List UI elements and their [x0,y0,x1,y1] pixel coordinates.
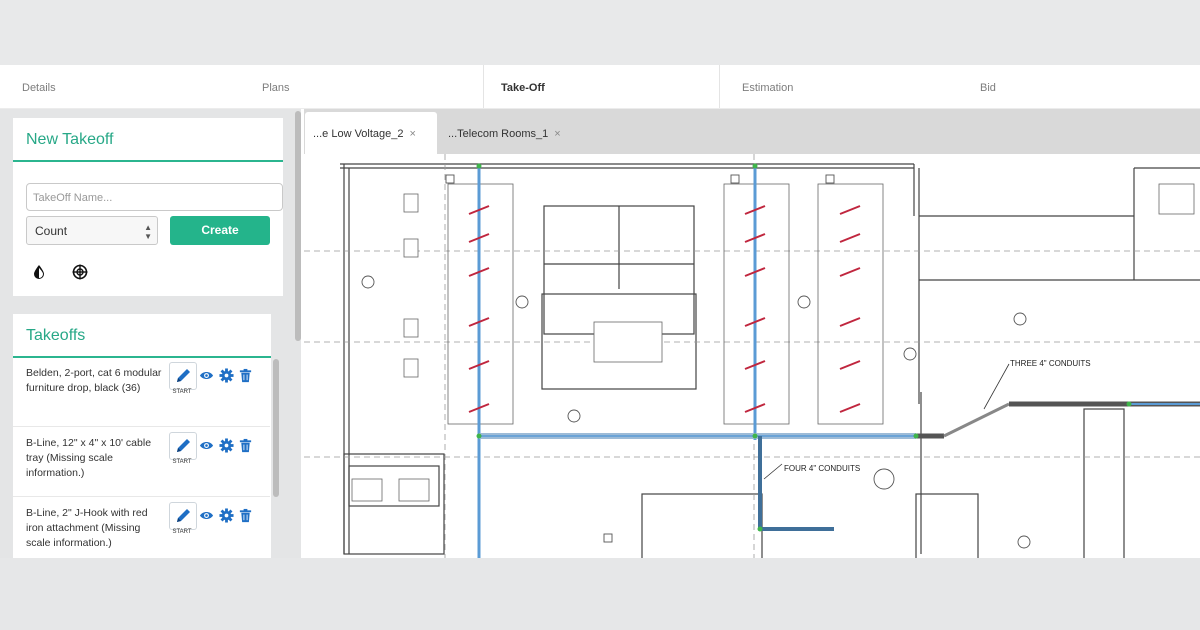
tab-bid[interactable]: Bid [958,65,1198,109]
start-label: START [172,389,192,395]
takeoff-description: B-Line, 12" x 4" x 10' cable tray (Missi… [26,437,152,479]
start-button[interactable] [169,502,197,530]
document-tab-low-voltage[interactable]: ...e Low Voltage_2 × [305,112,437,154]
grid-lines [304,154,1200,558]
takeoff-description: Belden, 2-port, cat 6 modular furniture … [26,367,162,394]
new-takeoff-title: New Takeoff [13,118,283,162]
takeoffs-scrollbar[interactable] [273,359,279,497]
takeoffs-title: Takeoffs [13,314,271,358]
gear-icon[interactable] [219,508,234,523]
takeoff-list-item[interactable]: Belden, 2-port, cat 6 modular furniture … [13,358,270,427]
takeoff-app-window: Details Plans Take-Off Estimation Bid Ne… [0,65,1200,558]
eye-icon[interactable] [199,508,214,523]
page-background-top [0,0,1200,65]
tab-details[interactable]: Details [0,65,240,109]
takeoffs-card: Takeoffs Belden, 2-port, cat 6 modular f… [13,314,271,558]
left-panel: New Takeoff TakeOff Name... Count ▲ ▼ Cre… [0,109,301,558]
start-button[interactable] [169,432,197,460]
pencil-icon [177,509,190,522]
three-conduits-label: THREE 4" CONDUITS [1010,359,1091,368]
tab-estimation[interactable]: Estimation [720,65,960,109]
document-tab-label: ...e Low Voltage_2 [313,128,404,140]
eye-icon[interactable] [199,438,214,453]
document-tab-bar: ...e Low Voltage_2 × ...Telecom Rooms_1 × [304,109,1200,154]
tab-take-off[interactable]: Take-Off [483,65,720,109]
trash-icon[interactable] [238,438,253,453]
start-label: START [172,529,192,535]
trash-icon[interactable] [238,368,253,383]
close-icon[interactable]: × [554,128,560,140]
gear-icon[interactable] [219,438,234,453]
start-button[interactable] [169,362,197,390]
select-arrows-icon: ▲ ▼ [144,223,152,241]
takeoff-name-input[interactable]: TakeOff Name... [26,183,283,211]
takeoff-description: B-Line, 2" J-Hook with red iron attachme… [26,507,148,549]
floor-plan-drawing[interactable]: THREE 4" CONDUITS FOUR 4" CONDUITS [304,154,1200,558]
four-conduits-label: FOUR 4" CONDUITS [784,464,860,473]
new-takeoff-card: New Takeoff TakeOff Name... Count ▲ ▼ Cre… [13,118,283,296]
takeoff-list-item[interactable]: B-Line, 12" x 4" x 10' cable tray (Missi… [13,428,270,497]
three-conduits-leader [983,363,1010,410]
document-tab-label: ...Telecom Rooms_1 [448,128,549,140]
pencil-icon [177,369,190,382]
create-button[interactable]: Create [170,216,270,245]
drawing-area: ...e Low Voltage_2 × ...Telecom Rooms_1 × [304,109,1200,558]
four-conduits-leader [763,463,783,480]
trash-icon[interactable] [238,508,253,523]
start-label: START [172,459,192,465]
document-tab-telecom-rooms[interactable]: ...Telecom Rooms_1 × [440,112,580,154]
tab-plans[interactable]: Plans [240,65,483,109]
page-background-bottom [0,558,1200,630]
takeoff-type-select[interactable]: Count ▲ ▼ [26,216,158,245]
panel-scrollbar[interactable] [295,111,301,341]
pencil-icon [177,439,190,452]
takeoff-type-value: Count [35,224,68,238]
water-drop-icon[interactable] [31,264,47,280]
takeoff-list-item[interactable]: B-Line, 2" J-Hook with red iron attachme… [13,498,270,558]
crosshair-icon[interactable] [72,264,88,280]
close-icon[interactable]: × [410,128,416,140]
top-navigation: Details Plans Take-Off Estimation Bid [0,65,1200,109]
conduit-runs [477,166,1200,558]
gear-icon[interactable] [219,368,234,383]
conduit-endpoints [476,163,1132,532]
floor-plan-canvas[interactable]: THREE 4" CONDUITS FOUR 4" CONDUITS [304,154,1200,558]
drop-markers [468,205,861,413]
eye-icon[interactable] [199,368,214,383]
